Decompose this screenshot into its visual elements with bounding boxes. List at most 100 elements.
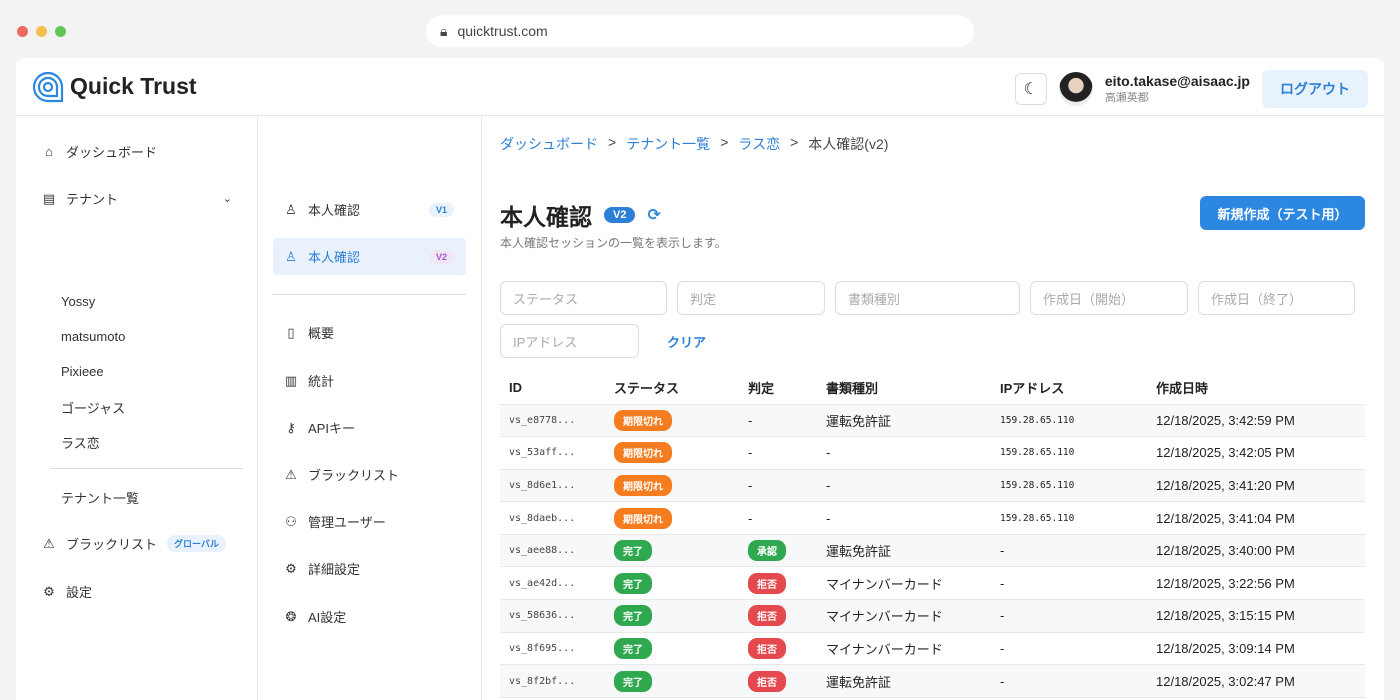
subnav-verification-v2[interactable]: ♙本人確認V2 <box>284 247 454 266</box>
app-window: Quick Trust ☾ eito.takase@aisaac.jp高瀬英都 … <box>16 58 1384 700</box>
status-badge: 完了 <box>614 605 652 626</box>
table-row[interactable]: vs_ae42d...完了拒否マイナンバーカード-12/18/2025, 3:2… <box>500 567 1365 600</box>
table-row[interactable]: vs_8daeb...期限切れ--159.28.65.11012/18/2025… <box>500 502 1365 535</box>
sidebar-item-tenant[interactable]: ▤テナント⌄ <box>42 189 232 208</box>
logout-button[interactable]: ログアウト <box>1262 70 1368 108</box>
created-from-filter[interactable]: 作成日（開始） <box>1030 281 1188 315</box>
subnav-api-keys[interactable]: ⚷APIキー <box>284 418 355 437</box>
page-description: 本人確認セッションの一覧を表示します。 <box>500 234 727 251</box>
doc-type-filter[interactable]: 書類種別 <box>835 281 1020 315</box>
main-content: ダッシュボード> テナント一覧> ラス恋> 本人確認(v2) 本人確認V2⟳ 本… <box>482 116 1384 700</box>
tenant-yossy[interactable]: Yossy <box>61 294 95 309</box>
doc-type-cell: 運転免許証 <box>817 534 991 567</box>
status-cell: 完了 <box>605 567 739 600</box>
created-at-cell: 12/18/2025, 3:02:47 PM <box>1147 665 1365 698</box>
subnav-advanced-settings[interactable]: ⚙詳細設定 <box>284 559 360 578</box>
brand-name: Quick Trust <box>70 73 197 100</box>
address-bar[interactable]: 🔒︎quicktrust.com <box>426 15 974 47</box>
table-row[interactable]: vs_8d6e1...期限切れ--159.28.65.11012/18/2025… <box>500 469 1365 502</box>
header: Quick Trust ☾ eito.takase@aisaac.jp高瀬英都 … <box>16 58 1384 116</box>
breadcrumb-tenant[interactable]: ラス恋 <box>738 134 780 154</box>
table-row[interactable]: vs_53aff...期限切れ--159.28.65.11012/18/2025… <box>500 437 1365 470</box>
label: 概要 <box>308 323 334 342</box>
ip-filter[interactable]: IPアドレス <box>500 324 639 358</box>
avatar[interactable] <box>1059 72 1093 106</box>
status-cell: 完了 <box>605 534 739 567</box>
separator: > <box>608 134 616 154</box>
created-at-cell: 12/18/2025, 3:22:56 PM <box>1147 567 1365 600</box>
ip-address-cell: - <box>991 534 1147 567</box>
tenant-rasukoi[interactable]: ラス恋 <box>61 433 100 452</box>
column-header[interactable]: ID <box>500 371 605 404</box>
tenant-matsumoto[interactable]: matsumoto <box>61 329 125 344</box>
session-id-cell: vs_8f2bf... <box>500 665 605 698</box>
column-header[interactable]: 書類種別 <box>817 371 991 404</box>
sidebar-item-blacklist[interactable]: ⚠ブラックリストグローバル <box>42 534 226 553</box>
column-header[interactable]: 作成日時 <box>1147 371 1365 404</box>
tenant-list-link[interactable]: テナント一覧 <box>61 488 139 507</box>
label: AI設定 <box>308 607 346 626</box>
label: 本人確認 <box>308 247 360 266</box>
table-row[interactable]: vs_8f695...完了拒否マイナンバーカード-12/18/2025, 3:0… <box>500 632 1365 665</box>
created-at-cell: 12/18/2025, 3:09:14 PM <box>1147 632 1365 665</box>
maximize-dot[interactable] <box>55 26 66 37</box>
judgement-cell: 拒否 <box>739 600 817 633</box>
breadcrumb-dashboard[interactable]: ダッシュボード <box>500 134 598 154</box>
status-badge: 期限切れ <box>614 410 672 431</box>
title-text: 本人確認 <box>500 198 592 232</box>
status-badge: 完了 <box>614 540 652 561</box>
table-row[interactable]: vs_58636...完了拒否マイナンバーカード-12/18/2025, 3:1… <box>500 600 1365 633</box>
users-icon: ⚇ <box>284 514 298 530</box>
column-header[interactable]: 判定 <box>739 371 817 404</box>
subnav-stats[interactable]: ▥統計 <box>284 371 334 390</box>
v2-badge: V2 <box>429 250 454 264</box>
status-cell: 完了 <box>605 600 739 633</box>
subnav-verification-v1[interactable]: ♙本人確認V1 <box>284 200 454 219</box>
lock-icon: 🔒︎ <box>440 23 447 40</box>
judgement-badge: 拒否 <box>748 638 786 659</box>
label: 管理ユーザー <box>308 512 386 531</box>
key-icon: ⚷ <box>284 420 298 436</box>
created-at-cell: 12/18/2025, 3:41:20 PM <box>1147 469 1365 502</box>
subnav-blacklist[interactable]: ⚠ ブラックリスト <box>284 465 399 484</box>
created-at-cell: 12/18/2025, 3:41:04 PM <box>1147 502 1365 535</box>
new-test-button[interactable]: 新規作成（テスト用） <box>1200 196 1365 230</box>
status-cell: 完了 <box>605 632 739 665</box>
warning-icon: ⚠ <box>284 467 298 483</box>
sidebar-item-dashboard[interactable]: ⌂ダッシュボード <box>42 142 157 161</box>
judgement-filter[interactable]: 判定 <box>677 281 825 315</box>
judgement-cell: 拒否 <box>739 632 817 665</box>
document-icon: ▯ <box>284 325 298 341</box>
status-filter[interactable]: ステータス <box>500 281 667 315</box>
tenant-gorgeous[interactable]: ゴージャス <box>61 398 125 417</box>
column-header[interactable]: IPアドレス <box>991 371 1147 404</box>
breadcrumb: ダッシュボード> テナント一覧> ラス恋> 本人確認(v2) <box>500 134 888 154</box>
created-to-filter[interactable]: 作成日（終了） <box>1198 281 1355 315</box>
breadcrumb-tenants[interactable]: テナント一覧 <box>626 134 710 154</box>
tenant-pixieee[interactable]: Pixieee <box>61 364 104 379</box>
table-row[interactable]: vs_e8778...期限切れ-運転免許証159.28.65.11012/18/… <box>500 404 1365 437</box>
user-icon: ♙ <box>284 202 298 218</box>
table-row[interactable]: vs_8f2bf...完了拒否運転免許証-12/18/2025, 3:02:47… <box>500 665 1365 698</box>
subnav-overview[interactable]: ▯ 概要 <box>284 323 334 342</box>
minimize-dot[interactable] <box>36 26 47 37</box>
building-icon: ▤ <box>42 191 56 207</box>
doc-type-cell: 運転免許証 <box>817 404 991 437</box>
sidebar-item-settings[interactable]: ⚙設定 <box>42 582 92 601</box>
subnav-admin-users[interactable]: ⚇ 管理ユーザー <box>284 512 386 531</box>
logo[interactable]: Quick Trust <box>32 71 197 103</box>
judgement-badge: 拒否 <box>748 605 786 626</box>
session-id-cell: vs_8daeb... <box>500 502 605 535</box>
label: ブラックリスト <box>308 465 399 484</box>
ip-address-cell: 159.28.65.110 <box>991 469 1147 502</box>
label: テナント <box>66 189 118 208</box>
dark-mode-toggle[interactable]: ☾ <box>1015 73 1047 105</box>
session-id-cell: vs_8d6e1... <box>500 469 605 502</box>
clear-filters-button[interactable]: クリア <box>667 332 706 351</box>
table-row[interactable]: vs_aee88...完了承認運転免許証-12/18/2025, 3:40:00… <box>500 534 1365 567</box>
close-dot[interactable] <box>17 26 28 37</box>
column-header[interactable]: ステータス <box>605 371 739 404</box>
subnav-ai-settings[interactable]: ❂AI設定 <box>284 607 346 626</box>
refresh-icon[interactable]: ⟳ <box>647 205 660 225</box>
bar-chart-icon: ▥ <box>284 373 298 389</box>
